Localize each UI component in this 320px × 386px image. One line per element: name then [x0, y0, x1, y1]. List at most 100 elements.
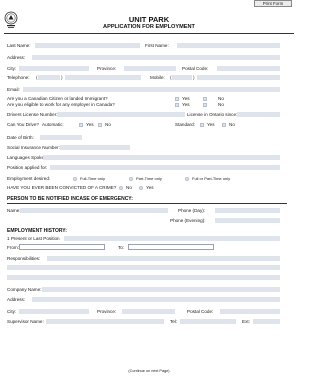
to-field[interactable]	[128, 244, 214, 250]
employment-history-heading: EMPLOYMENT HISTORY:	[7, 228, 67, 234]
automatic-yes-label: Yes	[86, 122, 94, 127]
eligible-yes-label: Yes	[182, 102, 190, 107]
emergency-heading: PERSON TO BE NOTIFIED INCASE OF EMERGENC…	[7, 196, 133, 202]
company-city-label: City:	[7, 309, 17, 314]
telephone-field[interactable]	[65, 75, 141, 80]
phone-evening-field[interactable]	[215, 218, 280, 223]
citizen-question: Are you a Canadian Citizen or landed Imm…	[7, 96, 108, 101]
automatic-yes-checkbox[interactable]	[79, 122, 83, 127]
convicted-no-label: No	[126, 185, 132, 190]
citizen-yes-label: Yes	[182, 96, 190, 101]
supervisor-name-label: Supervisor Name:	[7, 319, 44, 324]
license-number-field[interactable]	[57, 112, 185, 117]
automatic-no-checkbox[interactable]	[98, 122, 102, 127]
standard-no-checkbox[interactable]	[222, 122, 226, 127]
print-form-button[interactable]: Print Form	[254, 0, 292, 7]
first-name-field[interactable]	[177, 43, 280, 48]
emergency-divider	[7, 203, 287, 204]
company-name-field[interactable]	[42, 287, 280, 292]
supervisor-ext-field[interactable]	[253, 319, 280, 324]
eligible-question: Are you eligible to work for any employe…	[7, 102, 115, 107]
convicted-question: HAVE YOU EVER BEEN CONVICTED OF A CRIME?	[7, 185, 117, 190]
position-label: Position applied for:	[7, 165, 48, 170]
standard-no-label: No	[229, 122, 235, 127]
dob-field[interactable]	[40, 135, 82, 140]
address-field[interactable]	[32, 55, 280, 60]
company-province-label: Province:	[97, 309, 117, 314]
company-city-field[interactable]	[19, 309, 89, 314]
from-label: From:	[7, 245, 19, 250]
mobile-area-field[interactable]	[172, 75, 192, 80]
first-name-label: First Name:	[145, 43, 169, 48]
present-position-label: 1 Present or Last Position	[7, 236, 60, 241]
standard-yes-label: Yes	[207, 122, 215, 127]
employment-desired-label: Employment desired:	[7, 176, 51, 181]
emergency-name-field[interactable]	[20, 208, 168, 213]
responsibilities-line-3[interactable]	[7, 275, 280, 280]
convicted-yes-radio[interactable]	[139, 185, 143, 190]
phone-day-field[interactable]	[215, 208, 280, 213]
supervisor-name-field[interactable]	[46, 319, 164, 324]
citizen-yes-checkbox[interactable]	[175, 96, 179, 101]
can-drive-label: Can You Drive?	[7, 122, 39, 127]
email-field[interactable]	[23, 87, 280, 92]
telephone-label: Telephone:	[7, 75, 30, 80]
languages-label: Languages Spoken:	[7, 155, 48, 160]
eligible-yes-checkbox[interactable]	[175, 102, 179, 107]
responsibilities-line-2[interactable]	[7, 265, 280, 270]
postal-code-field[interactable]	[217, 66, 280, 71]
citizen-no-label: No	[218, 96, 224, 101]
convicted-no-radio[interactable]	[119, 185, 123, 190]
company-address-label: Address:	[7, 297, 26, 302]
mobile-field[interactable]	[197, 75, 280, 80]
supervisor-tel-field[interactable]	[180, 319, 236, 324]
company-postal-code-label: Postal Code:	[187, 309, 214, 314]
part-time-label: Part-Time only	[136, 176, 162, 181]
company-name-label: Company Name:	[7, 287, 42, 292]
full-or-part-radio[interactable]	[185, 176, 189, 181]
phone-evening-label: Phone (Evening):	[170, 218, 206, 223]
responsibilities-label: Responsibilities:	[7, 256, 41, 261]
license-since-field[interactable]	[237, 112, 280, 117]
telephone-area-field[interactable]	[38, 75, 60, 80]
company-province-field[interactable]	[122, 309, 175, 314]
city-label: City:	[7, 66, 17, 71]
responsibilities-line-1[interactable]	[47, 256, 280, 261]
part-time-radio[interactable]	[129, 176, 133, 181]
telephone-area-close: )	[61, 74, 63, 80]
full-or-part-label: Full or Part-Time only	[192, 176, 231, 181]
dob-label: Date of Birth:	[7, 135, 34, 140]
present-position-field[interactable]	[64, 236, 280, 241]
org-title: UNIT PARK	[128, 15, 170, 24]
province-field[interactable]	[124, 66, 176, 71]
from-field[interactable]	[19, 244, 105, 250]
sin-field[interactable]	[60, 145, 130, 150]
full-time-label: Full-Time only	[80, 176, 105, 181]
license-number-label: Drivers License Number:	[7, 112, 58, 117]
to-label: To:	[118, 245, 125, 250]
automatic-no-label: No	[105, 122, 111, 127]
standard-yes-checkbox[interactable]	[200, 122, 204, 127]
mobile-label: Mobile:	[150, 75, 165, 80]
last-name-label: Last Name:	[7, 43, 31, 48]
city-field[interactable]	[19, 66, 89, 71]
company-postal-code-field[interactable]	[220, 309, 280, 314]
supervisor-ext-label: Ext:	[242, 319, 250, 324]
citizen-no-checkbox[interactable]	[203, 96, 207, 101]
company-address-field[interactable]	[32, 297, 280, 302]
last-name-field[interactable]	[35, 43, 140, 48]
eligible-no-checkbox[interactable]	[203, 102, 207, 107]
application-page: Print Form UNIT PARK APPLICATION FOR EMP…	[0, 0, 298, 386]
mobile-area-close: )	[193, 74, 195, 80]
languages-field[interactable]	[43, 155, 280, 160]
license-since-label: License in Ontario since:	[187, 112, 238, 117]
header-divider	[4, 33, 294, 34]
convicted-yes-label: Yes	[146, 185, 154, 190]
full-time-radio[interactable]	[73, 176, 77, 181]
automatic-label: Automatic:	[42, 122, 64, 127]
standard-label: Standard:	[175, 122, 195, 127]
form-title: APPLICATION FOR EMPLOYMENT	[103, 24, 195, 30]
eligible-no-label: No	[218, 102, 224, 107]
position-field[interactable]	[50, 165, 280, 170]
sin-label: Social Insurance Number:	[7, 145, 60, 150]
